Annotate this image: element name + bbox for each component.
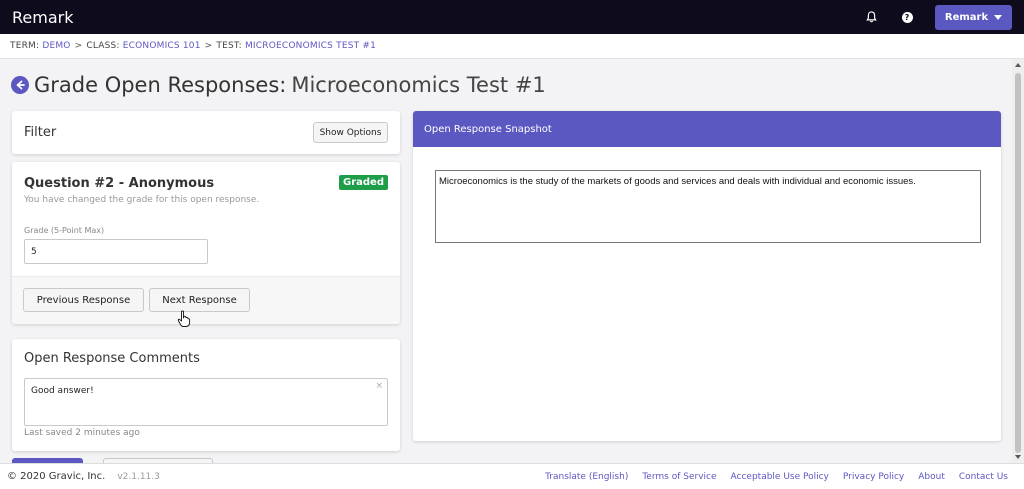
breadcrumb: TERM: DEMO > CLASS: ECONOMICS 101 > TEST…	[0, 34, 1024, 59]
breadcrumb-separator: >	[74, 41, 83, 51]
question-title: Question #2 - Anonymous	[24, 176, 215, 191]
page-scrollbar[interactable]	[1012, 59, 1024, 463]
navbar-actions: ? Remark	[853, 0, 1024, 34]
footer-links: Translate (English) Terms of Service Acc…	[545, 472, 1008, 482]
previous-response-button[interactable]: Previous Response	[23, 288, 144, 312]
footer-link-contact[interactable]: Contact Us	[959, 472, 1008, 482]
grade-field-label: Grade (5-Point Max)	[24, 226, 105, 235]
footer-link-acceptable-use[interactable]: Acceptable Use Policy	[731, 472, 829, 482]
back-arrow-glyph	[16, 80, 25, 90]
breadcrumb-class-label: CLASS:	[86, 41, 120, 51]
response-snapshot-image: Microeconomics is the study of the marke…	[435, 170, 981, 243]
scroll-thumb[interactable]	[1015, 73, 1021, 453]
scroll-down-icon[interactable]	[1015, 455, 1021, 459]
breadcrumb-separator: >	[204, 41, 213, 51]
status-badge: Graded	[339, 175, 388, 190]
footer-link-translate[interactable]: Translate (English)	[545, 472, 628, 482]
help-icon: ?	[901, 11, 913, 23]
comments-title: Open Response Comments	[24, 351, 200, 366]
version-text: v2.1.11.3	[117, 471, 160, 482]
app-brand[interactable]: Remark	[12, 8, 73, 27]
question-card-footer: Previous Response Next Response	[12, 276, 400, 324]
hand-cursor-icon	[177, 310, 191, 327]
notifications-button[interactable]	[853, 0, 889, 34]
show-options-button[interactable]: Show Options	[313, 122, 388, 143]
grade-changed-note: You have changed the grade for this open…	[24, 195, 260, 205]
top-navbar: Remark ? Remark	[0, 0, 1024, 34]
breadcrumb-test-link[interactable]: MICROECONOMICS TEST #1	[245, 41, 376, 51]
filter-card: Filter Show Options	[12, 111, 400, 154]
filter-title: Filter	[24, 125, 57, 140]
next-response-button[interactable]: Next Response	[149, 288, 250, 312]
scroll-up-icon[interactable]	[1015, 63, 1021, 67]
help-button[interactable]: ?	[889, 0, 925, 34]
footer-link-terms[interactable]: Terms of Service	[642, 472, 716, 482]
footer-link-about[interactable]: About	[918, 472, 945, 482]
page-title-prefix: Grade Open Responses:	[34, 73, 287, 97]
breadcrumb-term-link[interactable]: DEMO	[42, 41, 70, 51]
comments-textarea[interactable]: Good answer! ×	[24, 378, 388, 426]
breadcrumb-class-link[interactable]: ECONOMICS 101	[123, 41, 201, 51]
comments-card: Open Response Comments Good answer! × La…	[12, 339, 400, 451]
page-title: Grade Open Responses: Microeconomics Tes…	[11, 73, 546, 97]
snapshot-card: Open Response Snapshot Microeconomics is…	[413, 111, 1001, 441]
page-footer: © 2020 Gravic, Inc. v2.1.11.3 Translate …	[0, 463, 1024, 489]
snapshot-header: Open Response Snapshot	[413, 111, 1001, 147]
footer-link-privacy[interactable]: Privacy Policy	[843, 472, 904, 482]
back-arrow-icon[interactable]	[11, 76, 29, 94]
breadcrumb-term-label: TERM:	[10, 41, 40, 51]
bell-icon	[865, 11, 877, 23]
account-menu-button[interactable]: Remark	[935, 4, 1012, 30]
clear-icon[interactable]: ×	[375, 381, 383, 391]
breadcrumb-test-label: TEST:	[216, 41, 242, 51]
response-snapshot-text: Microeconomics is the study of the marke…	[439, 176, 916, 187]
question-card: Question #2 - Anonymous Graded You have …	[12, 162, 400, 324]
last-saved-note: Last saved 2 minutes ago	[24, 428, 140, 438]
page-title-test-name: Microeconomics Test #1	[291, 73, 546, 97]
comments-text[interactable]: Good answer!	[31, 386, 94, 396]
grade-input[interactable]	[24, 239, 208, 264]
caret-down-icon	[994, 14, 1003, 20]
account-menu-label: Remark	[944, 11, 989, 23]
copyright-text: © 2020 Gravic, Inc.	[7, 471, 106, 482]
